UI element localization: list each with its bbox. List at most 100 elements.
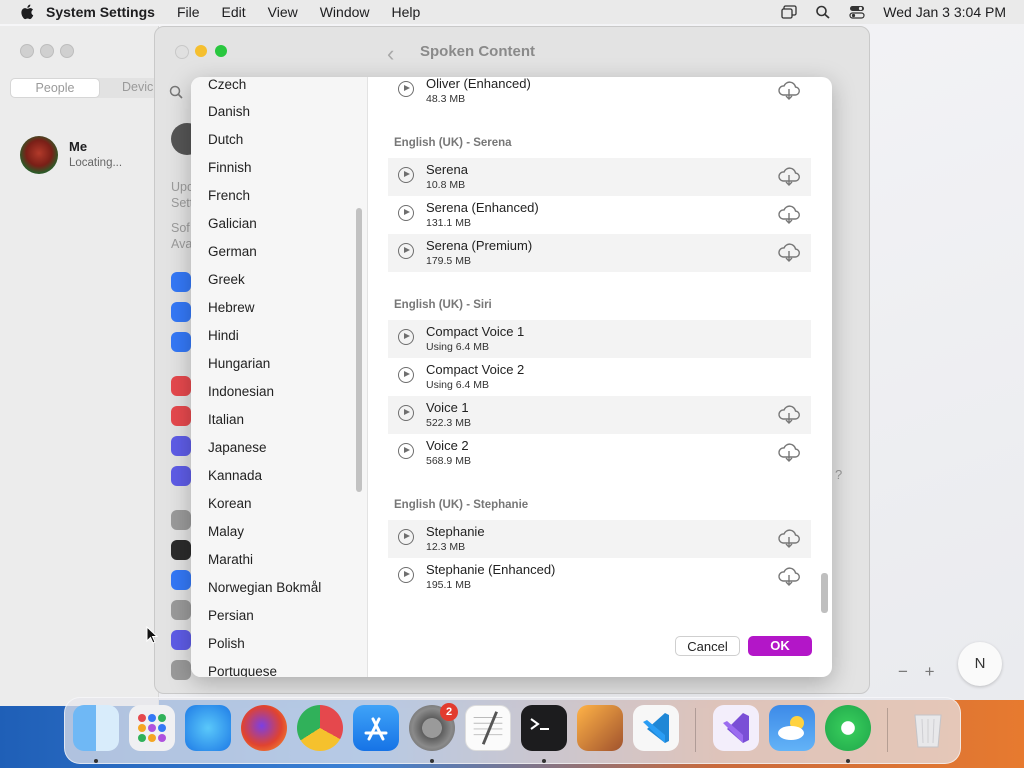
sound-icon[interactable] <box>171 406 191 426</box>
voice-list-scrollbar[interactable] <box>821 573 828 613</box>
download-cloud-icon[interactable] <box>777 166 801 186</box>
play-icon[interactable] <box>398 405 414 421</box>
close-button[interactable] <box>175 45 189 59</box>
bluetooth-icon[interactable] <box>171 302 191 322</box>
language-item[interactable]: Indonesian <box>208 384 274 399</box>
screen-time-icon[interactable] <box>171 466 191 486</box>
notifications-icon[interactable] <box>171 376 191 396</box>
voice-row[interactable]: Serena (Enhanced) 131.1 MB <box>388 196 811 234</box>
language-item[interactable]: French <box>208 188 250 203</box>
menu-file[interactable]: File <box>177 4 200 20</box>
textedit-icon[interactable] <box>465 705 511 751</box>
menu-help[interactable]: Help <box>392 4 421 20</box>
zoom-out-button[interactable]: − <box>898 662 908 681</box>
garageband-icon[interactable] <box>577 705 623 751</box>
appearance-icon[interactable] <box>171 540 191 560</box>
network-icon[interactable] <box>171 332 191 352</box>
play-icon[interactable] <box>398 81 414 97</box>
download-cloud-icon[interactable] <box>777 528 801 548</box>
accessibility-icon[interactable] <box>171 570 191 590</box>
language-item[interactable]: Japanese <box>208 440 267 455</box>
language-item[interactable]: Greek <box>208 272 245 287</box>
terminal-icon[interactable] <box>521 705 567 751</box>
focus-icon[interactable] <box>171 436 191 456</box>
voice-row[interactable]: Compact Voice 2 Using 6.4 MB <box>388 358 811 396</box>
close-button[interactable] <box>20 44 34 58</box>
cancel-button[interactable]: Cancel <box>675 636 740 656</box>
find-my-icon[interactable] <box>825 705 871 751</box>
menu-view[interactable]: View <box>268 4 298 20</box>
control-center-icon[interactable] <box>849 5 865 19</box>
search-icon[interactable] <box>169 85 183 99</box>
language-item[interactable]: Czech <box>208 77 246 92</box>
menu-edit[interactable]: Edit <box>222 4 246 20</box>
download-cloud-icon[interactable] <box>777 242 801 262</box>
language-item[interactable]: Korean <box>208 496 252 511</box>
play-icon[interactable] <box>398 205 414 221</box>
menu-app-name[interactable]: System Settings <box>46 4 155 20</box>
minimize-button[interactable] <box>40 44 54 58</box>
language-item[interactable]: Norwegian Bokmål <box>208 580 321 595</box>
language-item[interactable]: Dutch <box>208 132 243 147</box>
help-icon[interactable]: ? <box>835 467 842 482</box>
language-item[interactable]: Italian <box>208 412 244 427</box>
compass-button[interactable]: N <box>958 642 1002 686</box>
voice-row[interactable]: Compact Voice 1 Using 6.4 MB <box>388 320 811 358</box>
download-cloud-icon[interactable] <box>777 566 801 586</box>
voice-row[interactable]: Stephanie (Enhanced) 195.1 MB <box>388 558 811 596</box>
weather-icon[interactable] <box>769 705 815 751</box>
language-item[interactable]: Hungarian <box>208 356 270 371</box>
segment-people[interactable]: People <box>10 78 100 98</box>
language-item[interactable]: Danish <box>208 104 250 119</box>
minimize-button[interactable] <box>195 45 207 57</box>
language-item[interactable]: Polish <box>208 636 245 651</box>
control-centre-icon[interactable] <box>171 600 191 620</box>
download-cloud-icon[interactable] <box>777 442 801 462</box>
language-item[interactable]: Hindi <box>208 328 239 343</box>
play-icon[interactable] <box>398 329 414 345</box>
spotlight-search-icon[interactable] <box>815 5 831 19</box>
language-item[interactable]: Finnish <box>208 160 252 175</box>
voice-row[interactable]: Serena 10.8 MB <box>388 158 811 196</box>
app-store-icon[interactable] <box>353 705 399 751</box>
zoom-button[interactable] <box>215 45 227 57</box>
general-icon[interactable] <box>171 510 191 530</box>
safari-icon[interactable] <box>185 705 231 751</box>
voice-row[interactable]: Voice 1 522.3 MB <box>388 396 811 434</box>
play-icon[interactable] <box>398 443 414 459</box>
wifi-icon[interactable] <box>171 272 191 292</box>
visual-studio-icon[interactable] <box>713 705 759 751</box>
privacy-icon[interactable] <box>171 660 191 680</box>
language-item[interactable]: Portuguese <box>208 664 277 677</box>
menu-window[interactable]: Window <box>320 4 370 20</box>
zoom-button[interactable] <box>60 44 74 58</box>
segment-devices[interactable]: Devic <box>122 80 153 94</box>
language-scrollbar[interactable] <box>356 208 362 492</box>
language-item[interactable]: Galician <box>208 216 257 231</box>
language-list[interactable]: Czech Danish Dutch Finnish French Galici… <box>191 77 368 677</box>
language-item[interactable]: Persian <box>208 608 254 623</box>
siri-icon[interactable] <box>171 630 191 650</box>
firefox-icon[interactable] <box>241 705 287 751</box>
vscode-icon[interactable] <box>633 705 679 751</box>
play-icon[interactable] <box>398 529 414 545</box>
language-item[interactable]: Malay <box>208 524 244 539</box>
trash-icon[interactable] <box>905 705 951 751</box>
play-icon[interactable] <box>398 243 414 259</box>
menu-clock[interactable]: Wed Jan 3 3:04 PM <box>883 4 1006 20</box>
play-icon[interactable] <box>398 167 414 183</box>
download-cloud-icon[interactable] <box>777 80 801 100</box>
language-item[interactable]: Kannada <box>208 468 262 483</box>
voice-row[interactable]: Serena (Premium) 179.5 MB <box>388 234 811 272</box>
play-icon[interactable] <box>398 567 414 583</box>
play-icon[interactable] <box>398 367 414 383</box>
language-item[interactable]: Hebrew <box>208 300 255 315</box>
download-cloud-icon[interactable] <box>777 204 801 224</box>
voice-row[interactable]: Voice 2 568.9 MB <box>388 434 811 472</box>
launchpad-icon[interactable] <box>129 705 175 751</box>
screen-mirroring-icon[interactable] <box>781 5 797 19</box>
language-item[interactable]: German <box>208 244 257 259</box>
chrome-icon[interactable] <box>297 705 343 751</box>
download-cloud-icon[interactable] <box>777 404 801 424</box>
back-chevron-icon[interactable]: ‹ <box>387 41 394 67</box>
